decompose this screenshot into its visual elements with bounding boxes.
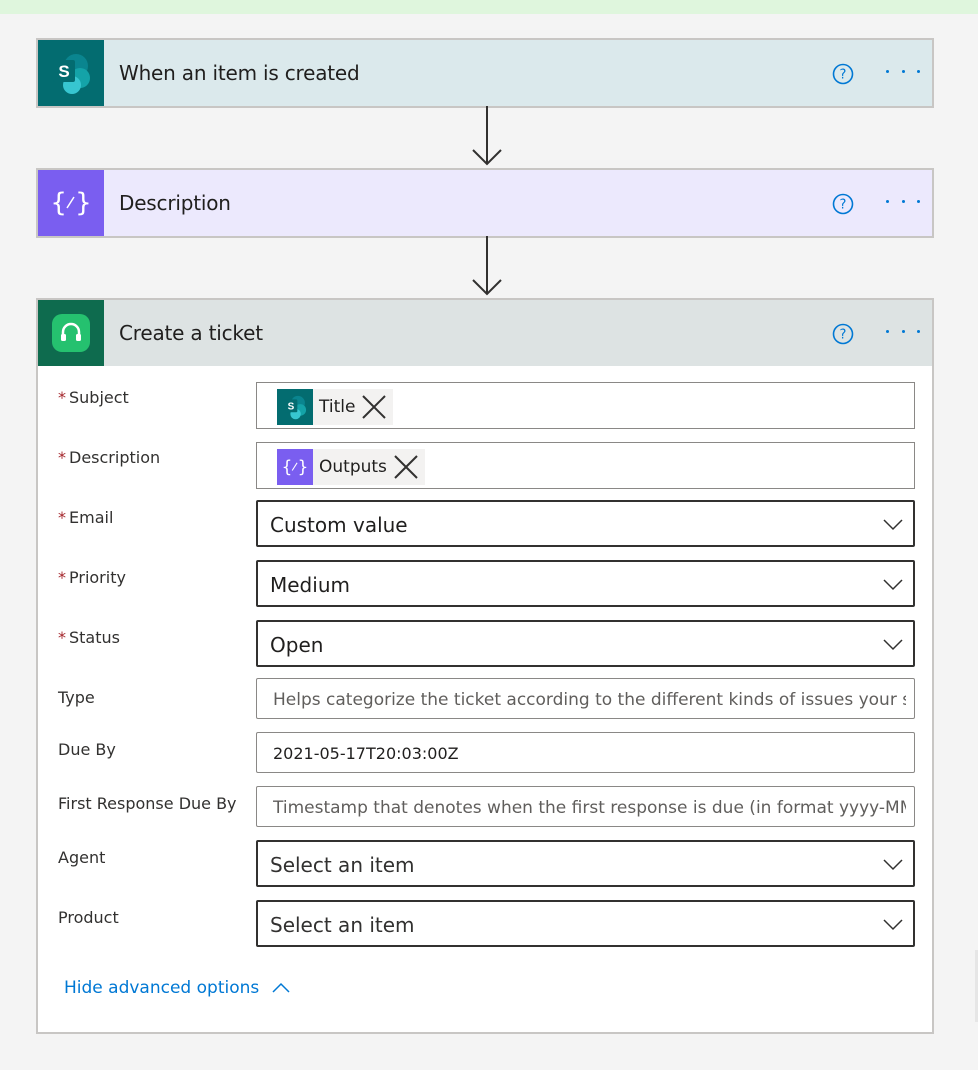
outputs-token[interactable]: { } Outputs (277, 449, 425, 485)
subject-field[interactable]: S Title (256, 382, 915, 429)
headset-icon (38, 300, 104, 366)
agent-dropdown[interactable]: Select an item (256, 840, 915, 887)
more-options-icon[interactable] (886, 200, 920, 206)
create-ticket-title: Create a ticket (119, 321, 263, 345)
svg-text:S: S (58, 62, 69, 81)
type-placeholder: Helps categorize the ticket according to… (273, 690, 906, 710)
trigger-title: When an item is created (119, 61, 360, 85)
svg-text:S: S (288, 401, 295, 412)
trigger-card-header[interactable]: S When an item is created ? (38, 40, 932, 106)
arrow-down-icon (472, 106, 502, 166)
due-by-value: 2021-05-17T20:03:00Z (273, 744, 459, 763)
variable-braces-icon: { } (277, 449, 313, 485)
description-title: Description (119, 191, 231, 215)
chevron-down-icon[interactable] (883, 856, 903, 872)
chevron-up-icon (272, 982, 290, 993)
priority-value: Medium (270, 573, 350, 597)
description-card-header[interactable]: { } Description ? (38, 170, 932, 236)
chevron-down-icon[interactable] (883, 516, 903, 532)
token-label: Outputs (319, 457, 387, 477)
status-value: Open (270, 633, 324, 657)
create-ticket-card-header[interactable]: Create a ticket ? (38, 300, 932, 366)
product-dropdown[interactable]: Select an item (256, 900, 915, 947)
chevron-down-icon[interactable] (883, 916, 903, 932)
agent-value: Select an item (270, 853, 415, 877)
chevron-down-icon[interactable] (883, 636, 903, 652)
description-card[interactable]: { } Description ? (36, 168, 934, 238)
svg-text:?: ? (840, 198, 847, 213)
product-label: Product (58, 908, 119, 927)
type-input[interactable]: Helps categorize the ticket according to… (256, 678, 915, 719)
first-response-input[interactable]: Timestamp that denotes when the first re… (256, 786, 915, 827)
more-options-icon[interactable] (886, 330, 920, 336)
close-icon[interactable] (361, 394, 387, 420)
trigger-card[interactable]: S When an item is created ? (36, 38, 934, 108)
due-by-label: Due By (58, 740, 116, 759)
description-field[interactable]: { } Outputs (256, 442, 915, 489)
status-dropdown[interactable]: Open (256, 620, 915, 667)
top-status-bar (0, 0, 978, 14)
svg-text:?: ? (840, 328, 847, 343)
first-response-placeholder: Timestamp that denotes when the first re… (273, 798, 906, 818)
sharepoint-icon: S (38, 40, 104, 106)
first-response-label: First Response Due By (58, 794, 237, 813)
close-icon[interactable] (393, 454, 419, 480)
token-label: Title (319, 397, 356, 417)
email-dropdown[interactable]: Custom value (256, 500, 915, 547)
due-by-input[interactable]: 2021-05-17T20:03:00Z (256, 732, 915, 773)
create-ticket-card[interactable]: Create a ticket ? * Subject S Title * De… (36, 298, 934, 1034)
sharepoint-icon: S (277, 389, 313, 425)
more-options-icon[interactable] (886, 70, 920, 76)
description-label: * Description (58, 448, 161, 467)
agent-label: Agent (58, 848, 106, 867)
type-label: Type (58, 688, 95, 707)
arrow-down-icon (472, 236, 502, 296)
email-label: * Email (58, 508, 114, 527)
hide-advanced-options-label: Hide advanced options (64, 978, 260, 998)
svg-text:?: ? (840, 68, 847, 83)
chevron-down-icon[interactable] (883, 576, 903, 592)
help-icon[interactable]: ? (832, 193, 854, 215)
status-label: * Status (58, 628, 120, 647)
subject-label: * Subject (58, 388, 129, 407)
product-value: Select an item (270, 913, 415, 937)
hide-advanced-options-link[interactable]: Hide advanced options (64, 978, 291, 998)
help-icon[interactable]: ? (832, 63, 854, 85)
variable-braces-icon: { } (38, 170, 104, 236)
email-value: Custom value (270, 513, 408, 537)
priority-dropdown[interactable]: Medium (256, 560, 915, 607)
title-token[interactable]: S Title (277, 389, 394, 425)
help-icon[interactable]: ? (832, 323, 854, 345)
priority-label: * Priority (58, 568, 126, 587)
